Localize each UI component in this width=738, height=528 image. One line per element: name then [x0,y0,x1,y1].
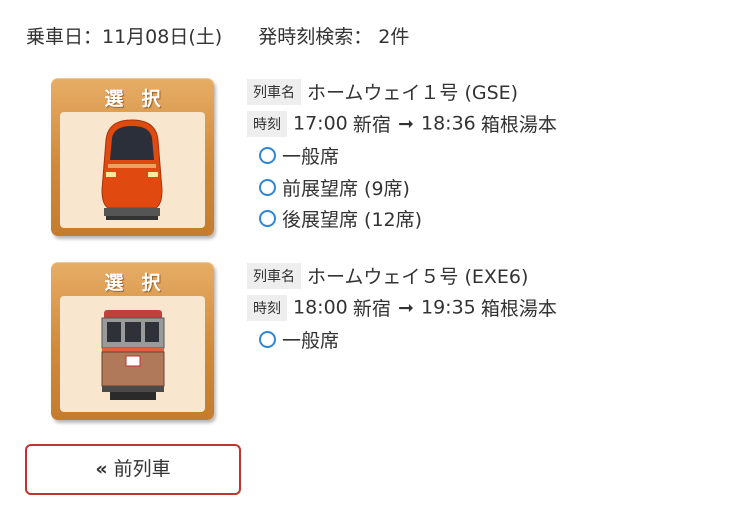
right-arrow-icon: ➞ [397,296,414,319]
seat-option[interactable]: 前展望席 (9席) [259,174,410,202]
departure-station: 新宿 [352,114,391,136]
select-train-button[interactable]: 選択 [51,262,214,420]
radio-button[interactable] [259,147,276,164]
train-entry: 選択 列車名 ホームウェイ５号 (EXE6) 時刻 18:00 新宿 ➞ 19:35… [0,262,738,432]
train-name-row: 列車名 ホームウェイ５号 (EXE6) [247,262,528,290]
double-chevron-left-icon: « [95,458,108,480]
radio-button[interactable] [259,210,276,227]
train-name-tag: 列車名 [247,78,301,105]
previous-train-label: 前列車 [113,458,171,480]
train-time-row: 時刻 17:00 新宿 ➞ 18:36 箱根湯本 [247,110,557,138]
seat-label: 前展望席 (9席) [282,178,410,200]
train-name-row: 列車名 ホームウェイ１号 (GSE) [247,78,518,106]
seat-option[interactable]: 一般席 [259,326,339,354]
train-name: ホームウェイ５号 (EXE6) [307,266,529,288]
right-arrow-icon: ➞ [397,112,414,135]
romancecar-exe-front-icon [101,310,165,400]
search-header: 乗車日：11月08日(土) 発時刻検索： 2件 [26,22,409,49]
departure-station: 新宿 [352,298,391,320]
train-entry: 選択 列車名 ホームウェイ１号 (GSE) 時刻 17:00 新宿 ➞ 18:36 … [0,78,738,248]
arrival-station: 箱根湯本 [480,298,557,320]
select-train-button[interactable]: 選択 [51,78,214,236]
seat-option[interactable]: 後展望席 (12席) [259,205,422,233]
seat-label: 一般席 [282,146,340,168]
arrival-station: 箱根湯本 [480,114,557,136]
train-time-row: 時刻 18:00 新宿 ➞ 19:35 箱根湯本 [247,294,557,322]
search-result-count: 発時刻検索： 2件 [258,26,410,48]
train-time-tag: 時刻 [247,110,287,137]
train-name-tag: 列車名 [247,262,301,289]
train-time-tag: 時刻 [247,294,287,321]
arrival-time: 18:36 [420,112,476,135]
radio-button[interactable] [259,331,276,348]
arrival-time: 19:35 [420,296,476,319]
romancecar-gse-front-icon [101,119,163,220]
seat-label: 後展望席 (12席) [282,209,423,231]
select-button-label: 選択 [104,88,179,110]
radio-button[interactable] [259,179,276,196]
departure-time: 18:00 [293,296,348,319]
seat-option[interactable]: 一般席 [259,142,339,170]
ride-date: 乗車日：11月08日(土) [26,26,223,48]
select-button-label: 選択 [104,272,179,294]
seat-label: 一般席 [282,330,340,352]
train-name: ホームウェイ１号 (GSE) [307,82,519,104]
train-image-panel [60,112,205,228]
previous-train-button[interactable]: «前列車 [25,444,241,495]
departure-time: 17:00 [293,112,348,135]
train-image-panel [60,296,205,412]
